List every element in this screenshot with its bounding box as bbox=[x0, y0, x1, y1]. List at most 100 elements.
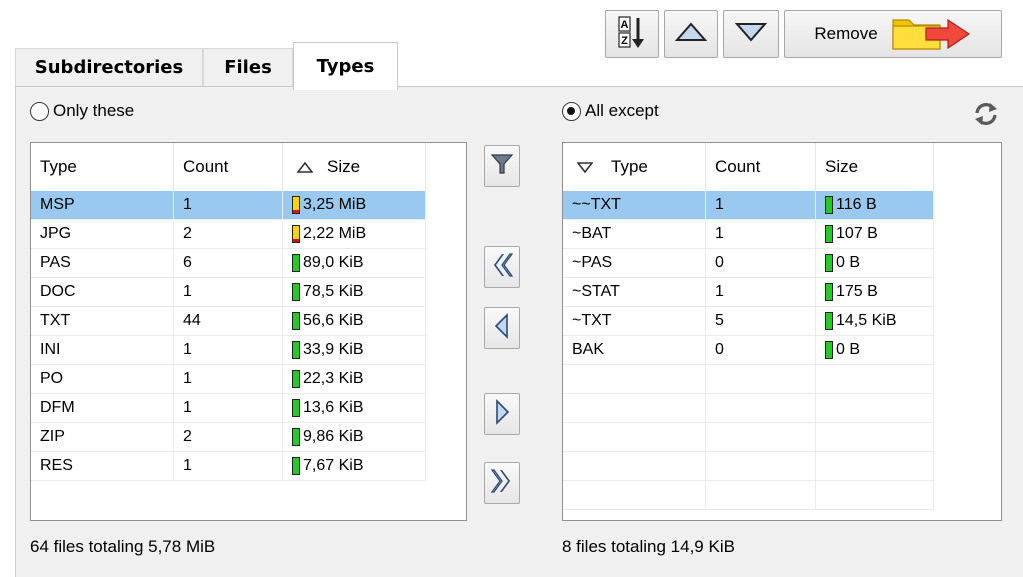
cell-type: JPG bbox=[31, 220, 174, 248]
right-col-type-header[interactable]: Type bbox=[563, 143, 706, 191]
size-bar bbox=[825, 341, 833, 359]
size-bar bbox=[825, 196, 833, 214]
cell-size: 116 B bbox=[816, 191, 934, 219]
right-rows: ~~TXT 1 116 B ~BAT 1 107 B ~PAS 0 0 B ~STAT 1 175 B… bbox=[563, 191, 934, 510]
cell-count: 2 bbox=[174, 423, 283, 451]
right-status: 8 files totaling 14,9 KiB bbox=[562, 537, 735, 556]
size-bar bbox=[292, 370, 300, 388]
double-chevron-right-icon bbox=[490, 468, 513, 499]
cell-type: ~BAT bbox=[563, 220, 706, 248]
cell-count: 6 bbox=[174, 249, 283, 277]
refresh-button[interactable] bbox=[972, 100, 1000, 128]
empty-cell bbox=[563, 452, 706, 480]
empty-cell bbox=[563, 394, 706, 422]
cell-type: ~TXT bbox=[563, 307, 706, 335]
size-bar bbox=[292, 283, 300, 301]
empty-cell bbox=[563, 481, 706, 509]
table-row[interactable]: DFM 1 13,6 KiB bbox=[31, 394, 426, 423]
cell-size: 56,6 KiB bbox=[283, 307, 426, 335]
refresh-icon bbox=[972, 103, 1000, 132]
table-row[interactable]: ZIP 2 9,86 KiB bbox=[31, 423, 426, 452]
left-list-header: Type Count Size bbox=[31, 143, 466, 191]
right-col-size[interactable]: Size bbox=[816, 143, 934, 191]
move-left-button[interactable] bbox=[484, 307, 520, 349]
cell-type: INI bbox=[31, 336, 174, 364]
all-except-radio[interactable]: All except bbox=[562, 99, 659, 123]
table-row[interactable]: ~BAT 1 107 B bbox=[563, 220, 934, 249]
table-row[interactable]: MSP 1 3,25 MiB bbox=[31, 191, 426, 220]
size-text: 0 B bbox=[836, 341, 861, 358]
right-col-count[interactable]: Count bbox=[706, 143, 816, 191]
sort-descending-icon bbox=[577, 161, 593, 173]
tab-types[interactable]: Types bbox=[293, 42, 398, 90]
cell-size: 78,5 KiB bbox=[283, 278, 426, 306]
move-up-icon bbox=[674, 21, 708, 48]
sort-ascending-icon bbox=[297, 161, 313, 173]
move-up-button[interactable] bbox=[664, 10, 718, 58]
move-right-button[interactable] bbox=[484, 393, 520, 435]
cell-size: 89,0 KiB bbox=[283, 249, 426, 277]
cell-type: TXT bbox=[31, 307, 174, 335]
size-text: 116 B bbox=[836, 196, 877, 213]
right-col-type: Type bbox=[611, 157, 648, 176]
filter-button[interactable] bbox=[484, 145, 520, 187]
cell-count: 2 bbox=[174, 220, 283, 248]
table-row[interactable]: DOC 1 78,5 KiB bbox=[31, 278, 426, 307]
size-text: 7,67 KiB bbox=[303, 457, 364, 474]
right-types-list[interactable]: Type Count Size ~~TXT 1 116 B ~BAT 1 107 B ~PA… bbox=[562, 142, 1002, 521]
table-row[interactable]: ~~TXT 1 116 B bbox=[563, 191, 934, 220]
size-text: 78,5 KiB bbox=[303, 283, 364, 300]
table-row[interactable]: JPG 2 2,22 MiB bbox=[31, 220, 426, 249]
empty-row bbox=[563, 394, 934, 423]
size-text: 22,3 KiB bbox=[303, 370, 364, 387]
move-down-button[interactable] bbox=[723, 10, 779, 58]
left-col-count[interactable]: Count bbox=[174, 143, 283, 191]
table-row[interactable]: ~STAT 1 175 B bbox=[563, 278, 934, 307]
move-all-left-button[interactable] bbox=[484, 246, 520, 288]
svg-text:A: A bbox=[621, 19, 629, 31]
cell-count: 1 bbox=[706, 220, 816, 248]
sort-alpha-button[interactable]: A Z bbox=[605, 10, 659, 58]
empty-cell bbox=[706, 365, 816, 393]
tab-files[interactable]: Files bbox=[203, 48, 293, 86]
cell-count: 1 bbox=[174, 365, 283, 393]
size-text: 89,0 KiB bbox=[303, 254, 364, 271]
cell-count: 44 bbox=[174, 307, 283, 335]
left-types-list[interactable]: Type Count Size MSP 1 3,25 MiB JPG 2 2,22 MiB… bbox=[30, 142, 467, 521]
right-list-header: Type Count Size bbox=[563, 143, 1001, 191]
table-row[interactable]: RES 1 7,67 KiB bbox=[31, 452, 426, 481]
cell-count: 1 bbox=[174, 336, 283, 364]
size-bar bbox=[825, 225, 833, 243]
tab-subdirectories[interactable]: Subdirectories bbox=[15, 48, 203, 86]
table-row[interactable]: ~PAS 0 0 B bbox=[563, 249, 934, 278]
size-bar bbox=[825, 283, 833, 301]
size-bar bbox=[292, 312, 300, 330]
table-row[interactable]: BAK 0 0 B bbox=[563, 336, 934, 365]
size-bar bbox=[292, 225, 300, 243]
size-bar bbox=[292, 196, 300, 214]
double-chevron-left-icon bbox=[491, 252, 514, 283]
cell-count: 1 bbox=[174, 191, 283, 219]
table-row[interactable]: PAS 6 89,0 KiB bbox=[31, 249, 426, 278]
all-except-label: All except bbox=[585, 101, 659, 120]
table-row[interactable]: INI 1 33,9 KiB bbox=[31, 336, 426, 365]
empty-cell bbox=[706, 394, 816, 422]
size-text: 2,22 MiB bbox=[303, 225, 367, 242]
cell-count: 1 bbox=[174, 394, 283, 422]
remove-button[interactable]: Remove bbox=[784, 10, 1002, 58]
only-these-radio[interactable]: Only these bbox=[30, 99, 134, 123]
table-row[interactable]: ~TXT 5 14,5 KiB bbox=[563, 307, 934, 336]
cell-size: 13,6 KiB bbox=[283, 394, 426, 422]
size-text: 13,6 KiB bbox=[303, 399, 364, 416]
size-text: 56,6 KiB bbox=[303, 312, 364, 329]
table-row[interactable]: TXT 44 56,6 KiB bbox=[31, 307, 426, 336]
left-col-size-header[interactable]: Size bbox=[283, 143, 426, 191]
left-col-type[interactable]: Type bbox=[31, 143, 174, 191]
cell-count: 0 bbox=[706, 336, 816, 364]
cell-size: 107 B bbox=[816, 220, 934, 248]
remove-label: Remove bbox=[814, 24, 878, 43]
empty-cell bbox=[816, 423, 934, 451]
table-row[interactable]: PO 1 22,3 KiB bbox=[31, 365, 426, 394]
move-all-right-button[interactable] bbox=[484, 462, 520, 504]
cell-type: DOC bbox=[31, 278, 174, 306]
